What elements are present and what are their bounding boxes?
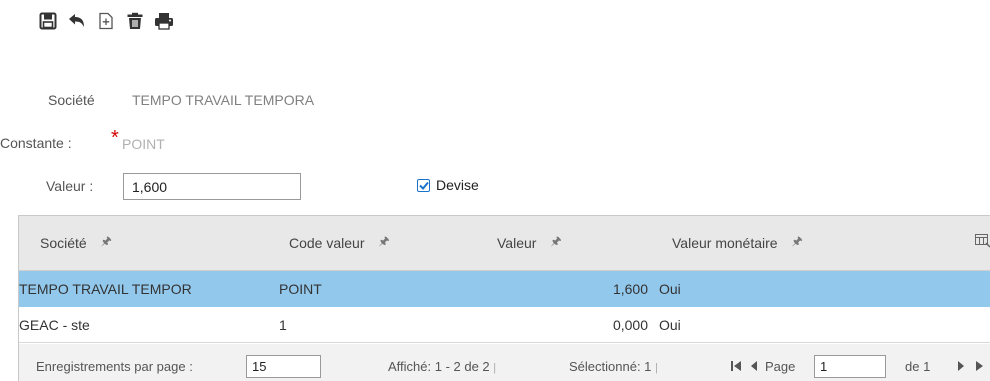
selected-text: Sélectionné: 1 (569, 359, 652, 374)
page-total-label: de 1 (905, 359, 931, 374)
devise-checkbox[interactable] (417, 178, 430, 192)
societe-label: Société (48, 92, 95, 108)
save-icon[interactable] (38, 11, 58, 31)
per-page-input[interactable] (246, 355, 321, 378)
new-record-icon[interactable] (96, 11, 116, 31)
constante-label: Constante : (0, 135, 72, 151)
delete-icon[interactable] (125, 11, 145, 31)
cell-code-valeur: POINT (279, 281, 322, 297)
undo-icon[interactable] (67, 11, 87, 31)
previous-page-icon[interactable] (749, 360, 759, 375)
constante-value: POINT (122, 136, 165, 152)
pin-icon[interactable]: 🖈︎ (101, 232, 112, 253)
column-header-code-valeur[interactable]: Code valeur 🖈︎ (289, 232, 390, 253)
toolbar (38, 10, 174, 32)
pin-icon[interactable]: 🖈︎ (379, 232, 390, 253)
valeur-input[interactable] (123, 173, 301, 200)
column-header-label: Code valeur (289, 234, 365, 251)
table-row[interactable]: GEAC - ste 1 0,000 Oui (19, 307, 990, 343)
cell-valeur: 0,000 (612, 317, 648, 333)
cell-valeur-monetaire: Oui (659, 317, 681, 333)
page-number-input[interactable] (814, 355, 886, 378)
page-label: Page (765, 359, 796, 374)
column-header-label: Valeur (497, 234, 537, 251)
cell-code-valeur: 1 (279, 317, 287, 333)
column-header-label: Société (40, 234, 87, 251)
column-header-valeur-monetaire[interactable]: Valeur monétaire 🖈︎ (672, 232, 803, 253)
cell-societe: GEAC - ste (19, 317, 90, 333)
pin-icon[interactable]: 🖈︎ (792, 232, 803, 253)
column-header-valeur[interactable]: Valeur 🖈︎ (497, 232, 562, 253)
separator: | (493, 362, 497, 374)
devise-label: Devise (436, 177, 479, 193)
valeur-label: Valeur : (46, 178, 94, 194)
next-page-icon[interactable] (956, 360, 966, 375)
first-page-icon[interactable] (730, 360, 742, 375)
per-page-label: Enregistrements par page : (36, 359, 193, 374)
column-header-societe[interactable]: Société 🖈︎ (40, 232, 112, 253)
last-page-icon[interactable] (975, 360, 987, 375)
grid-header: Société 🖈︎ Code valeur 🖈︎ Valeur 🖈︎ Vale… (19, 216, 990, 271)
shown-text: Affiché: 1 - 2 de 2 (388, 359, 490, 374)
cell-societe: TEMPO TRAVAIL TEMPOR (19, 281, 192, 297)
column-chooser-icon[interactable] (975, 234, 990, 251)
selected-count: Sélectionné: 1 | (569, 359, 658, 374)
data-grid: Société 🖈︎ Code valeur 🖈︎ Valeur 🖈︎ Vale… (18, 215, 990, 381)
societe-value: TEMPO TRAVAIL TEMPORA (132, 92, 315, 108)
devise-checkbox-group[interactable]: Devise (417, 177, 479, 193)
pager: Enregistrements par page : Affiché: 1 - … (19, 344, 990, 381)
checkmark-icon (418, 181, 429, 190)
column-header-label: Valeur monétaire (672, 234, 778, 251)
print-icon[interactable] (154, 11, 174, 31)
shown-count: Affiché: 1 - 2 de 2 | (388, 359, 496, 374)
pin-icon[interactable]: 🖈︎ (550, 232, 561, 253)
separator: | (655, 362, 658, 374)
required-marker: * (111, 127, 119, 149)
cell-valeur: 1,600 (612, 281, 648, 297)
cell-valeur-monetaire: Oui (659, 281, 681, 297)
table-row[interactable]: TEMPO TRAVAIL TEMPOR POINT 1,600 Oui (19, 271, 990, 307)
